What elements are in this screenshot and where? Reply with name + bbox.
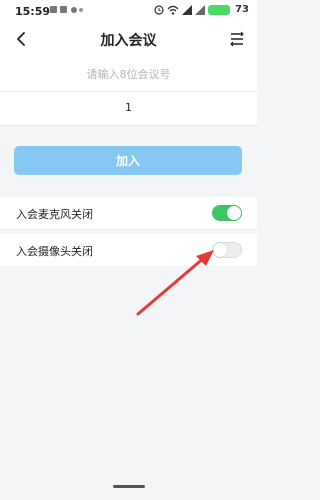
status-left-icons (50, 6, 83, 13)
display-name-value: 1 (125, 101, 132, 114)
menu-icon (230, 31, 244, 47)
mic-off-switch[interactable] (212, 205, 242, 221)
alarm-icon (154, 4, 164, 15)
status-bar: 15:59 73 (0, 0, 257, 22)
mic-off-label: 入会麦克风关闭 (16, 208, 93, 221)
meeting-id-placeholder: 请输入8位会议号 (86, 68, 171, 81)
navigation-bar: 加入会议 (0, 22, 257, 56)
display-name-field[interactable]: 1 (0, 92, 257, 126)
menu-button[interactable] (229, 31, 245, 47)
join-button[interactable]: 加入 (14, 146, 242, 175)
home-indicator[interactable] (113, 485, 145, 488)
page-title: 加入会议 (100, 33, 157, 49)
camera-off-option-row: 入会摄像头关闭 (0, 234, 257, 266)
camera-off-switch[interactable] (212, 242, 242, 258)
battery-level: 73 (235, 4, 249, 15)
status-time: 15:59 (15, 5, 51, 18)
status-right-icons: 73 (154, 4, 249, 15)
wifi-icon (167, 5, 179, 15)
switch-knob (213, 243, 227, 257)
signal-icon-2 (195, 4, 206, 15)
meeting-id-field[interactable]: 请输入8位会议号 (0, 56, 257, 92)
camera-off-label: 入会摄像头关闭 (16, 245, 93, 258)
switch-knob (227, 206, 241, 220)
mic-off-option-row: 入会麦克风关闭 (0, 197, 257, 230)
notification-icons (50, 5, 84, 18)
battery-icon (208, 4, 231, 15)
signal-icon (182, 4, 193, 15)
